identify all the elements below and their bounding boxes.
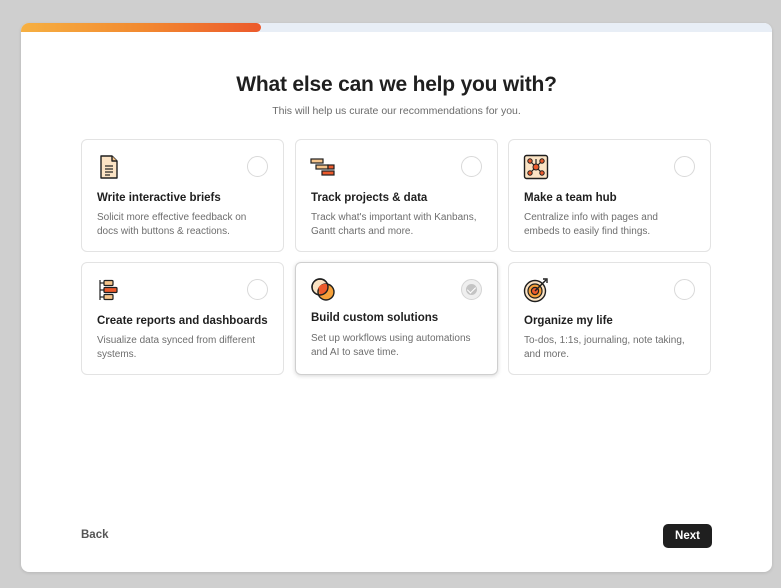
option-radio[interactable] [674, 279, 695, 300]
option-title: Build custom solutions [311, 312, 439, 324]
checkmark-icon [466, 284, 477, 294]
option-radio-checked[interactable] [461, 279, 482, 300]
data-flow-icon [96, 277, 122, 303]
option-radio[interactable] [247, 156, 268, 177]
back-button[interactable]: Back [81, 529, 109, 541]
option-card-organize-my-life[interactable]: Organize my life To-dos, 1:1s, journalin… [508, 262, 711, 375]
target-icon [523, 277, 549, 303]
option-description: Set up workflows using automations and A… [311, 333, 471, 358]
option-card-build-custom-solutions[interactable]: Build custom solutions Set up workflows … [295, 262, 498, 375]
option-card-write-interactive-briefs[interactable]: Write interactive briefs Solicit more ef… [81, 139, 284, 252]
option-title: Create reports and dashboards [97, 315, 268, 327]
option-title: Write interactive briefs [97, 192, 221, 204]
next-button[interactable]: Next [663, 524, 712, 548]
gantt-icon [310, 154, 336, 180]
progress-bar-fill [21, 23, 262, 32]
overlapping-circles-icon [310, 277, 336, 303]
option-radio[interactable] [674, 156, 695, 177]
page-subtitle: This will help us curate our recommendat… [272, 105, 521, 117]
option-radio[interactable] [247, 279, 268, 300]
network-icon [523, 154, 549, 180]
option-title: Make a team hub [524, 192, 617, 204]
option-title: Organize my life [524, 315, 613, 327]
options-grid: Write interactive briefs Solicit more ef… [81, 139, 712, 377]
progress-bar [21, 23, 772, 32]
option-radio[interactable] [461, 156, 482, 177]
onboarding-modal: What else can we help you with? This wil… [21, 23, 772, 572]
option-title: Track projects & data [311, 192, 428, 204]
page-title: What else can we help you with? [236, 73, 557, 96]
option-description: Solicit more effective feedback on docs … [97, 212, 247, 237]
document-icon [96, 154, 122, 180]
option-description: Track what's important with Kanbans, Gan… [311, 212, 477, 237]
option-card-track-projects-data[interactable]: Track projects & data Track what's impor… [295, 139, 498, 252]
option-description: Centralize info with pages and embeds to… [524, 212, 658, 237]
option-description: To-dos, 1:1s, journaling, note taking, a… [524, 335, 685, 360]
option-description: Visualize data synced from different sys… [97, 335, 256, 360]
option-card-make-a-team-hub[interactable]: Make a team hub Centralize info with pag… [508, 139, 711, 252]
option-card-create-reports-and-dashboards[interactable]: Create reports and dashboards Visualize … [81, 262, 284, 375]
